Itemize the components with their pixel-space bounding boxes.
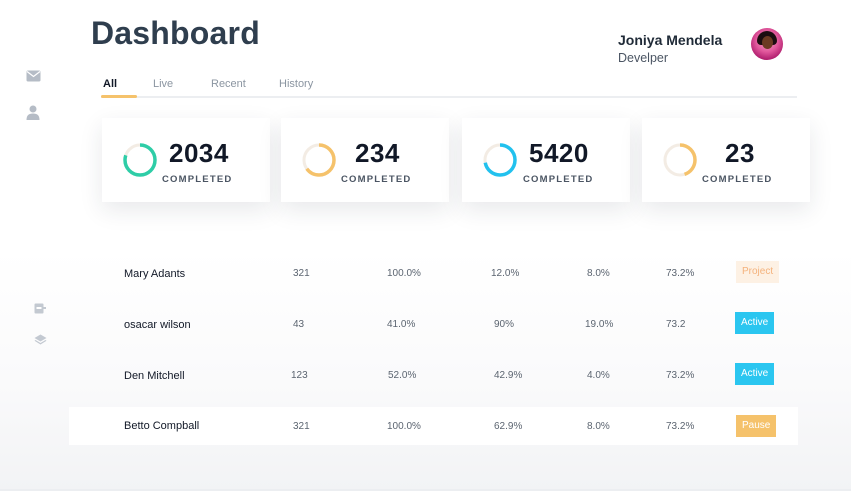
inbox-icon[interactable] xyxy=(34,303,46,314)
active-tab-indicator xyxy=(101,95,137,98)
user-name: Joniya Mendela xyxy=(618,32,723,48)
stat-value: 2034 xyxy=(169,138,229,168)
table-row[interactable]: osacar wilson 43 41.0% 90% 19.0% 73.2 Ac… xyxy=(69,307,798,345)
table-row[interactable]: Betto Compball 321 100.0% 62.9% 8.0% 73.… xyxy=(69,407,798,445)
row-name: Den Mitchell xyxy=(124,370,185,382)
stat-card[interactable]: 5420 COMPLETED xyxy=(462,118,630,202)
row-value-5: 73.2% xyxy=(666,268,695,279)
stat-value: 23 xyxy=(725,138,755,168)
status-badge[interactable]: Active xyxy=(735,312,775,334)
stat-card[interactable]: 234 COMPLETED xyxy=(281,118,449,202)
stat-value: 234 xyxy=(355,138,400,168)
tab-bar: All Live Recent History xyxy=(101,78,797,98)
row-name: osacar wilson xyxy=(124,319,191,331)
stat-card[interactable]: 2034 COMPLETED xyxy=(102,118,270,202)
row-value-1: 321 xyxy=(293,421,310,432)
row-value-2: 52.0% xyxy=(388,370,417,381)
progress-ring xyxy=(123,143,157,177)
row-value-4: 8.0% xyxy=(587,268,610,279)
row-value-3: 90% xyxy=(494,319,515,330)
tab-all[interactable]: All xyxy=(103,78,117,90)
row-value-5: 73.2% xyxy=(666,370,695,381)
stat-label: COMPLETED xyxy=(162,174,233,185)
table-row[interactable]: Mary Adants 321 100.0% 12.0% 8.0% 73.2% … xyxy=(69,256,798,294)
row-value-2: 41.0% xyxy=(387,319,416,330)
tab-recent[interactable]: Recent xyxy=(211,78,246,90)
row-value-5: 73.2% xyxy=(666,421,695,432)
row-value-2: 100.0% xyxy=(387,268,421,279)
row-value-1: 43 xyxy=(293,319,305,330)
table-row[interactable]: Den Mitchell 123 52.0% 42.9% 4.0% 73.2% … xyxy=(69,358,798,396)
progress-ring xyxy=(663,143,697,177)
row-value-1: 123 xyxy=(291,370,308,381)
stat-label: COMPLETED xyxy=(702,174,773,185)
layers-icon[interactable] xyxy=(34,334,47,345)
user-role: Develper xyxy=(618,51,669,65)
stat-label: COMPLETED xyxy=(523,174,594,185)
page-title: Dashboard xyxy=(91,15,260,51)
row-name: Betto Compball xyxy=(124,420,200,432)
status-badge[interactable]: Project xyxy=(736,261,780,283)
progress-ring xyxy=(302,143,336,177)
row-value-4: 19.0% xyxy=(585,319,614,330)
status-badge[interactable]: Active xyxy=(735,363,775,385)
row-value-4: 4.0% xyxy=(587,370,610,381)
row-name: Mary Adants xyxy=(124,268,186,280)
row-value-4: 8.0% xyxy=(587,421,610,432)
row-value-1: 321 xyxy=(293,268,310,279)
row-value-3: 62.9% xyxy=(494,421,523,432)
mail-icon[interactable] xyxy=(26,70,41,82)
stat-label: COMPLETED xyxy=(341,174,412,185)
row-value-3: 42.9% xyxy=(494,370,523,381)
user-icon[interactable] xyxy=(26,105,40,120)
stat-card[interactable]: 23 COMPLETED xyxy=(642,118,810,202)
row-value-5: 73.2 xyxy=(666,319,686,330)
row-value-2: 100.0% xyxy=(387,421,421,432)
tab-history[interactable]: History xyxy=(279,78,313,90)
avatar[interactable] xyxy=(751,28,783,60)
stat-value: 5420 xyxy=(529,138,589,168)
tab-live[interactable]: Live xyxy=(153,78,173,90)
row-value-3: 12.0% xyxy=(491,268,520,279)
progress-ring xyxy=(483,143,517,177)
status-badge[interactable]: Pause xyxy=(736,415,777,437)
